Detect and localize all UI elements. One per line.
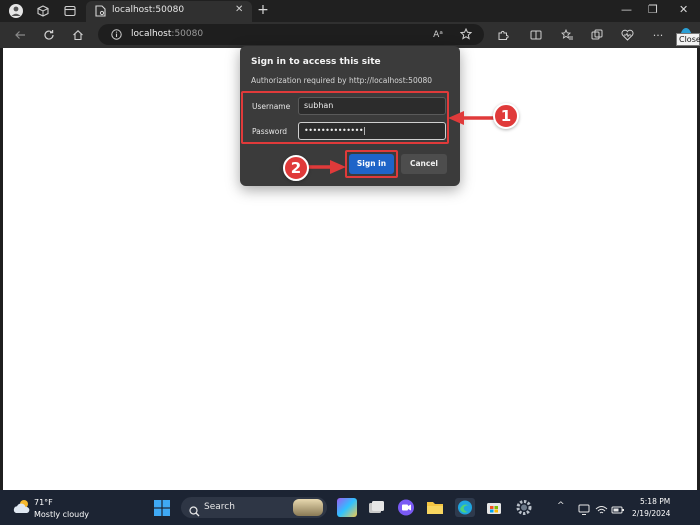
browser-essentials-icon[interactable] xyxy=(619,27,635,43)
search-label: Search xyxy=(204,502,235,512)
copilot-app-icon[interactable] xyxy=(337,498,357,517)
clock-date[interactable]: 2/19/2024 xyxy=(632,509,670,518)
file-explorer-icon[interactable] xyxy=(425,498,445,517)
callout-badge-2: 2 xyxy=(283,155,309,181)
dialog-title: Sign in to access this site xyxy=(251,57,381,67)
clock-time[interactable]: 5:18 PM xyxy=(640,497,670,506)
new-tab-button[interactable]: + xyxy=(255,2,271,20)
credentials-highlight xyxy=(241,91,449,144)
read-aloud-icon[interactable]: Aᵃ xyxy=(430,27,446,43)
chat-app-icon[interactable] xyxy=(396,498,416,517)
taskbar-search[interactable]: Search xyxy=(181,497,327,518)
profile-avatar-icon[interactable] xyxy=(8,3,24,19)
weather-temperature: 71°F xyxy=(34,498,53,507)
window-close-button[interactable]: ✕ xyxy=(679,3,688,16)
tab-title: localhost:50080 xyxy=(112,5,185,15)
weather-description: Mostly cloudy xyxy=(34,510,89,519)
windows-start-icon[interactable] xyxy=(154,500,170,520)
search-highlight-image-icon xyxy=(293,499,323,516)
device-icon[interactable] xyxy=(578,501,590,520)
tab-localhost[interactable]: localhost:50080 ✕ xyxy=(86,1,252,22)
page-file-icon xyxy=(92,3,108,19)
extensions-icon[interactable] xyxy=(495,27,511,43)
url-text: localhost:50080 xyxy=(131,29,204,39)
minimize-button[interactable]: — xyxy=(621,3,632,16)
cancel-button[interactable]: Cancel xyxy=(401,154,447,174)
taskbar: 71°F Mostly cloudy Search ^ 5:18 PM 2/19… xyxy=(0,490,700,525)
more-menu-icon[interactable]: ··· xyxy=(650,27,666,43)
battery-icon[interactable] xyxy=(611,501,625,520)
refresh-icon[interactable] xyxy=(41,27,57,43)
tray-chevron-icon[interactable]: ^ xyxy=(557,501,565,511)
collections-icon[interactable] xyxy=(589,27,605,43)
workspaces-icon[interactable] xyxy=(35,3,51,19)
task-view-icon[interactable] xyxy=(366,498,386,517)
edge-browser-icon[interactable] xyxy=(455,498,475,517)
favorites-icon[interactable] xyxy=(559,27,575,43)
close-tooltip: Close xyxy=(676,33,700,46)
tab-actions-icon[interactable] xyxy=(62,3,78,19)
tab-strip: localhost:50080 ✕ + — ❐ ✕ xyxy=(0,0,700,22)
browser-toolbar: localhost:50080 Aᵃ ··· xyxy=(0,22,700,48)
settings-gear-icon[interactable] xyxy=(514,498,534,517)
split-screen-icon[interactable] xyxy=(528,27,544,43)
weather-cloudy-icon[interactable] xyxy=(12,499,32,515)
address-bar[interactable]: localhost:50080 Aᵃ xyxy=(98,24,484,45)
dialog-subtitle: Authorization required by http://localho… xyxy=(251,76,433,85)
store-app-icon[interactable] xyxy=(484,498,504,517)
restore-button[interactable]: ❐ xyxy=(648,3,658,16)
favorite-star-icon[interactable] xyxy=(458,26,474,42)
home-icon[interactable] xyxy=(70,27,86,43)
back-icon[interactable] xyxy=(12,27,28,43)
callout-badge-1: 1 xyxy=(493,103,519,129)
sign-in-highlight xyxy=(345,150,398,178)
tab-close-icon[interactable]: ✕ xyxy=(235,4,243,15)
network-icon[interactable] xyxy=(595,501,608,520)
search-icon xyxy=(189,502,200,521)
screen: localhost:50080 ✕ + — ❐ ✕ localhost:5008… xyxy=(0,0,700,525)
site-info-icon[interactable] xyxy=(108,26,124,42)
